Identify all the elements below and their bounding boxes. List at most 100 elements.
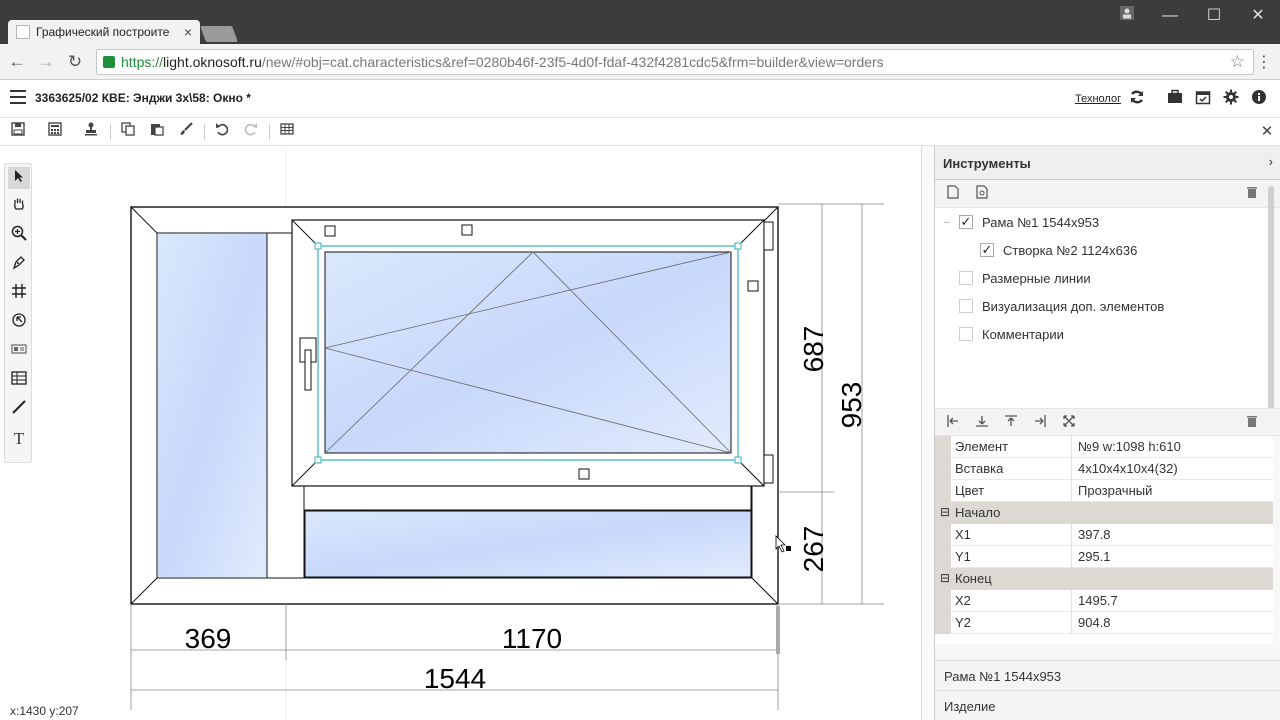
window-drawing[interactable]: 369 1170 1544 687 953 267 — [0, 146, 922, 720]
forward-button[interactable]: → — [35, 51, 57, 73]
resize-handle[interactable] — [461, 224, 473, 236]
toolbar-divider — [269, 124, 270, 140]
pen-tool-icon[interactable] — [8, 254, 30, 276]
resize-handle[interactable] — [578, 468, 590, 480]
line-tool-icon[interactable] — [8, 399, 30, 421]
prop-row-x1[interactable]: X1 397.8 — [935, 524, 1273, 546]
chevron-right-icon[interactable]: › — [1269, 154, 1273, 169]
trash-icon[interactable] — [1242, 184, 1262, 204]
grid-tool-icon[interactable] — [8, 283, 30, 305]
new-doc-icon[interactable] — [943, 184, 963, 204]
browser-menu-icon[interactable]: ⋮ — [1256, 52, 1272, 72]
hamburger-menu-icon[interactable] — [10, 90, 26, 106]
transom[interactable] — [303, 485, 752, 511]
align-bottom-icon[interactable] — [972, 413, 992, 433]
role-link[interactable]: Технолог — [1075, 93, 1121, 105]
calendar-icon[interactable] — [1193, 89, 1213, 109]
zoom-tool-icon[interactable] — [8, 225, 30, 247]
tree-toolbar — [935, 180, 1280, 208]
reload-button[interactable]: ↻ — [64, 51, 86, 73]
drawing-canvas[interactable]: 369 1170 1544 687 953 267 — [0, 146, 922, 720]
layout-tool-icon[interactable] — [8, 341, 30, 363]
tools-panel-header[interactable]: Инструменты › — [935, 146, 1280, 180]
tree-item-visualization[interactable]: Визуализация доп. элементов — [959, 294, 1164, 318]
tree-item-sash[interactable]: Створка №2 1124х636 — [980, 238, 1137, 262]
toolbar-divider — [110, 124, 111, 140]
sync-icon[interactable] — [1127, 89, 1147, 109]
selection-corner[interactable] — [734, 242, 742, 250]
save-icon[interactable] — [8, 122, 28, 142]
bottom-glass-pane[interactable] — [304, 510, 752, 578]
trash-icon[interactable] — [1242, 413, 1262, 433]
checkbox-dim-lines[interactable] — [959, 271, 973, 285]
align-left-icon[interactable] — [943, 413, 963, 433]
prop-row-y1[interactable]: Y1 295.1 — [935, 546, 1273, 568]
collapse-icon[interactable]: ⊟ — [940, 571, 950, 585]
prop-group-end[interactable]: ⊟ Конец — [935, 568, 1273, 590]
undo-icon[interactable] — [212, 122, 232, 142]
selection-corner[interactable] — [734, 456, 742, 464]
resize-handle[interactable] — [747, 280, 759, 292]
prop-row-color[interactable]: Цвет Прозрачный — [935, 480, 1273, 502]
calculator-icon[interactable] — [45, 122, 65, 142]
prop-row-x2[interactable]: X2 1495.7 — [935, 590, 1273, 612]
redo-icon[interactable] — [241, 122, 261, 142]
collapse-icon[interactable]: ⊟ — [940, 505, 950, 519]
prop-row-element[interactable]: Элемент №9 w:1098 h:610 — [935, 436, 1273, 458]
panel-scrollbar[interactable] — [1268, 186, 1274, 436]
prop-row-y2[interactable]: Y2 904.8 — [935, 612, 1273, 634]
browser-tab[interactable]: Графический построите × — [8, 20, 200, 44]
user-profile-icon[interactable] — [1112, 6, 1142, 26]
checkbox-comments[interactable] — [959, 327, 973, 341]
checkbox-visualization[interactable] — [959, 299, 973, 313]
text-tool-icon[interactable]: T — [8, 428, 30, 450]
gear-icon[interactable] — [1221, 89, 1241, 109]
window-minimize-button[interactable]: — — [1155, 6, 1185, 26]
paste-icon[interactable] — [147, 122, 167, 142]
window-handle-lever[interactable] — [304, 349, 312, 391]
close-editor-icon[interactable]: ✕ — [1257, 122, 1277, 142]
tree-item-dim-lines[interactable]: Размерные линии — [959, 266, 1091, 290]
panel-splitter[interactable] — [922, 146, 934, 720]
spec-table-tool-icon[interactable] — [8, 370, 30, 392]
rotate-tool-icon[interactable] — [8, 312, 30, 334]
url-path: /new/#obj=cat.characteristics&ref=0280b4… — [261, 54, 884, 70]
tab-close-icon[interactable]: × — [184, 24, 192, 40]
dimension-687: 687 — [798, 326, 829, 373]
prop-row-insert[interactable]: Вставка 4x10x4x10x4(32) — [935, 458, 1273, 480]
hinge — [763, 221, 774, 251]
info-icon[interactable] — [1249, 89, 1269, 109]
bookmark-star-icon[interactable]: ☆ — [1230, 52, 1245, 72]
stamp-icon[interactable] — [81, 122, 101, 142]
selection-corner[interactable] — [314, 242, 322, 250]
selection-corner[interactable] — [314, 456, 322, 464]
select-tool-icon[interactable] — [8, 167, 30, 189]
briefcase-icon[interactable] — [1165, 89, 1185, 109]
sash-glass-pane[interactable] — [324, 251, 732, 454]
align-top-icon[interactable] — [1001, 413, 1021, 433]
window-maximize-button[interactable]: ☐ — [1199, 6, 1229, 26]
section-product-header[interactable]: Изделие — [935, 690, 1280, 720]
left-glass-pane[interactable] — [158, 234, 267, 577]
window-close-button[interactable]: ✕ — [1243, 6, 1273, 26]
section-frame-header[interactable]: Рама №1 1544х953 — [935, 660, 1280, 690]
prop-group-start[interactable]: ⊟ Начало — [935, 502, 1273, 524]
checkbox-frame[interactable] — [959, 215, 973, 229]
pan-hand-tool-icon[interactable] — [8, 196, 30, 218]
address-input[interactable]: https://light.oknosoft.ru/new/#obj=cat.c… — [96, 49, 1254, 75]
align-right-icon[interactable] — [1030, 413, 1050, 433]
copy-icon[interactable] — [118, 122, 138, 142]
tree-item-comments[interactable]: Комментарии — [959, 322, 1064, 346]
table-icon[interactable] — [277, 122, 297, 142]
pdf-doc-icon[interactable] — [972, 184, 992, 204]
dimension-tick — [776, 606, 780, 654]
checkbox-sash[interactable] — [980, 243, 994, 257]
back-button[interactable]: ← — [6, 51, 28, 73]
new-tab-button[interactable] — [200, 26, 238, 42]
tool-palette: T — [4, 163, 32, 463]
dimension-953: 953 — [836, 382, 867, 429]
tree-item-frame[interactable]: Рама №1 1544х953 — [959, 210, 1099, 234]
resize-handle[interactable] — [324, 225, 336, 237]
fit-expand-icon[interactable] — [1059, 413, 1079, 433]
brush-icon[interactable] — [176, 122, 196, 142]
